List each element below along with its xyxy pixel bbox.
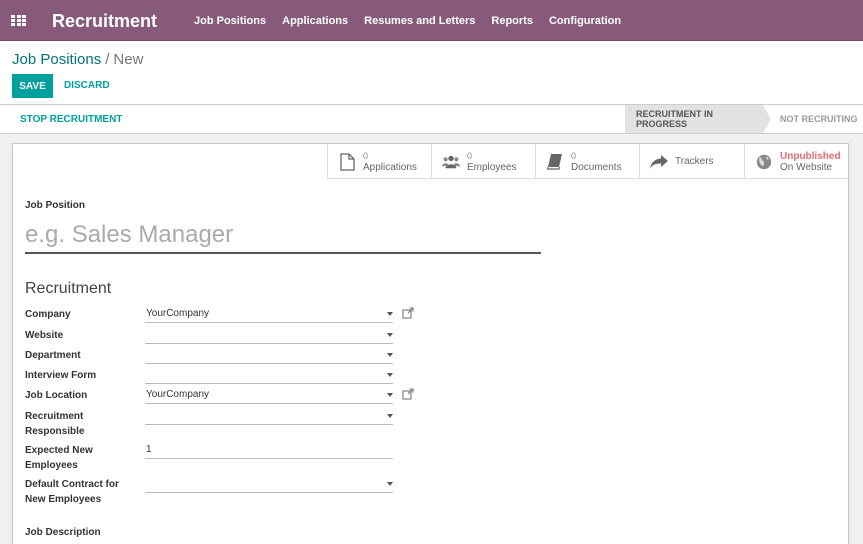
globe-icon [755,153,773,171]
department-select[interactable] [145,348,393,364]
job-location-label: Job Location [25,390,88,401]
default-contract-label: Default Contract for New Employees [25,479,119,505]
status-bar: STOP RECRUITMENT RECRUITMENT IN PROGRESS… [0,105,863,134]
menu-applications[interactable]: Applications [282,15,348,27]
form-sheet: 0 Applications 0 Employees 0 Documents Trac… [12,143,849,544]
file-icon [338,152,356,171]
documents-count: 0 [571,150,577,161]
website-field-label: Website [25,330,64,341]
employees-count: 0 [467,150,473,161]
menu-resumes-letters[interactable]: Resumes and Letters [364,15,475,27]
expected-new-employees-input[interactable]: 1 [145,443,393,459]
website-stat-button[interactable]: Unpublished On Website [744,144,848,179]
recruitment-section-title: Recruitment [25,280,112,297]
stop-recruitment-button[interactable]: STOP RECRUITMENT [20,114,122,125]
book-icon [546,153,564,171]
app-title[interactable]: Recruitment [52,11,157,32]
job-location-value: YourCompany [146,389,210,400]
trackers-stat-button[interactable]: Trackers [639,144,744,179]
menu-job-positions[interactable]: Job Positions [194,15,266,27]
employees-stat-button[interactable]: 0 Employees [431,144,535,179]
apps-grid-icon[interactable] [11,15,26,26]
breadcrumb-current: New [113,51,144,68]
documents-stat-button[interactable]: 0 Documents [535,144,639,179]
breadcrumb-parent[interactable]: Job Positions [12,51,101,68]
applications-stat-button[interactable]: 0 Applications [327,144,431,179]
default-contract-select[interactable] [145,477,393,493]
stage-not-recruiting[interactable]: NOT RECRUITING [780,114,858,124]
department-label: Department [25,350,81,361]
website-status: Unpublished [780,150,841,162]
chevron-down-icon [387,333,393,337]
menu-reports[interactable]: Reports [491,15,533,27]
applications-label: Applications [363,161,417,173]
employees-label: Employees [467,161,517,173]
chevron-down-icon [387,353,393,357]
trackers-label: Trackers [675,156,714,167]
expected-new-employees-label: Expected New Employees [25,445,93,471]
save-button[interactable]: SAVE [12,74,53,98]
share-arrow-icon [650,153,668,171]
job-location-select[interactable]: YourCompany [145,388,393,404]
interview-form-select[interactable] [145,368,393,384]
chevron-down-icon [387,312,393,316]
external-link-icon[interactable] [402,387,414,400]
top-navbar: Recruitment Job Positions Applications R… [0,0,863,41]
website-select[interactable] [145,328,393,344]
job-description-label: Job Description [25,527,101,538]
breadcrumb-separator: / [105,51,110,68]
job-position-label: Job Position [25,200,85,211]
company-value: YourCompany [146,308,210,319]
documents-label: Documents [571,161,622,173]
stat-button-box: 0 Applications 0 Employees 0 Documents Trac… [327,144,848,179]
breadcrumb: Job Positions / New [12,51,143,68]
chevron-down-icon [387,414,393,418]
interview-form-label: Interview Form [25,370,97,381]
website-label: On Website [780,161,833,173]
main-menu: Job Positions Applications Resumes and L… [194,0,637,41]
job-position-input[interactable] [25,218,541,254]
chevron-down-icon [387,373,393,377]
applications-count: 0 [363,150,369,161]
company-select[interactable]: YourCompany [145,307,393,323]
chevron-down-icon [387,482,393,486]
discard-button[interactable]: DISCARD [64,80,110,91]
chevron-down-icon [387,393,393,397]
stage-arrow [763,105,771,133]
menu-configuration[interactable]: Configuration [549,15,621,27]
company-label: Company [25,309,71,320]
recruitment-responsible-select[interactable] [145,409,393,425]
stage-recruitment-in-progress[interactable]: RECRUITMENT IN PROGRESS [625,105,763,133]
users-icon [442,153,460,171]
control-panel: Job Positions / New SAVE DISCARD [0,41,863,105]
recruitment-responsible-label: Recruitment Responsible [25,411,85,437]
external-link-icon[interactable] [402,306,414,319]
expected-new-employees-value: 1 [146,444,152,455]
